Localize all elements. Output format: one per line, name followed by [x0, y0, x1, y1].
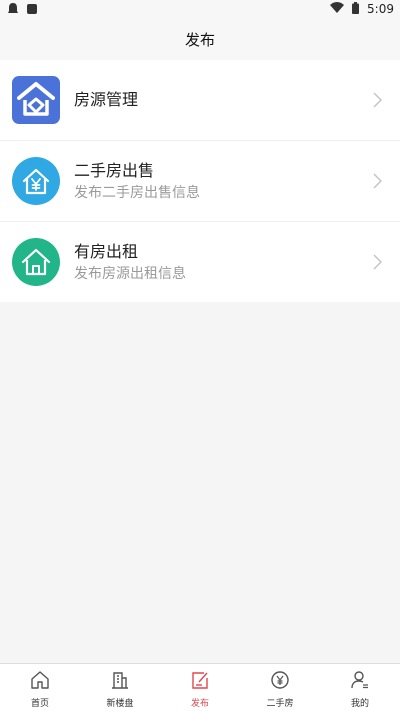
wifi-icon [330, 2, 345, 16]
home-icon [30, 670, 50, 694]
chevron-right-icon [373, 173, 383, 193]
page-title: 发布 [184, 30, 215, 49]
tab-publish[interactable]: 发布 [160, 664, 240, 711]
house-rent-icon [12, 238, 60, 286]
tab-label: 二手房 [266, 699, 294, 709]
building-icon [110, 670, 130, 694]
tab-new-buildings[interactable]: 新楼盘 [80, 664, 160, 711]
tab-label: 我的 [350, 699, 369, 709]
tab-second-hand[interactable]: 二手房 [240, 664, 320, 711]
house-manage-icon [12, 76, 60, 124]
app-header: 发布 [0, 18, 400, 60]
menu-item-title: 房源管理 [74, 90, 139, 109]
yen-circle-icon [270, 670, 290, 694]
menu-item-rent-house[interactable]: 有房出租 发布房源出租信息 [0, 222, 400, 302]
tab-mine[interactable]: 我的 [320, 664, 400, 711]
bottom-tab-bar: 首页 新楼盘 发布 二手房 我的 [0, 663, 400, 711]
app-notification-icon [26, 0, 38, 19]
chevron-right-icon [373, 92, 383, 112]
user-icon [350, 670, 370, 694]
status-time: 5:09 [367, 2, 394, 16]
battery-icon [352, 1, 360, 17]
chevron-right-icon [373, 254, 383, 274]
house-yen-icon [12, 157, 60, 205]
tab-home[interactable]: 首页 [0, 664, 80, 711]
menu-item-title: 有房出租 [74, 241, 139, 261]
menu-item-subtitle: 发布二手房出售信息 [74, 184, 200, 201]
notification-icon [7, 0, 19, 19]
tab-label: 首页 [30, 699, 49, 709]
menu-item-subtitle: 发布房源出租信息 [74, 265, 186, 282]
menu-item-house-manage[interactable]: 房源管理 [0, 60, 400, 141]
tab-label: 发布 [190, 699, 209, 709]
menu-item-sell-house[interactable]: 二手房出售 发布二手房出售信息 [0, 141, 400, 222]
publish-icon [190, 670, 210, 694]
tab-label: 新楼盘 [106, 699, 134, 709]
status-bar: 5:09 [0, 0, 400, 18]
publish-menu-list: 房源管理 二手房出售 发布二手房出售信息 有房出租 发布房源出租信息 [0, 60, 400, 302]
menu-item-title: 二手房出售 [74, 160, 155, 180]
